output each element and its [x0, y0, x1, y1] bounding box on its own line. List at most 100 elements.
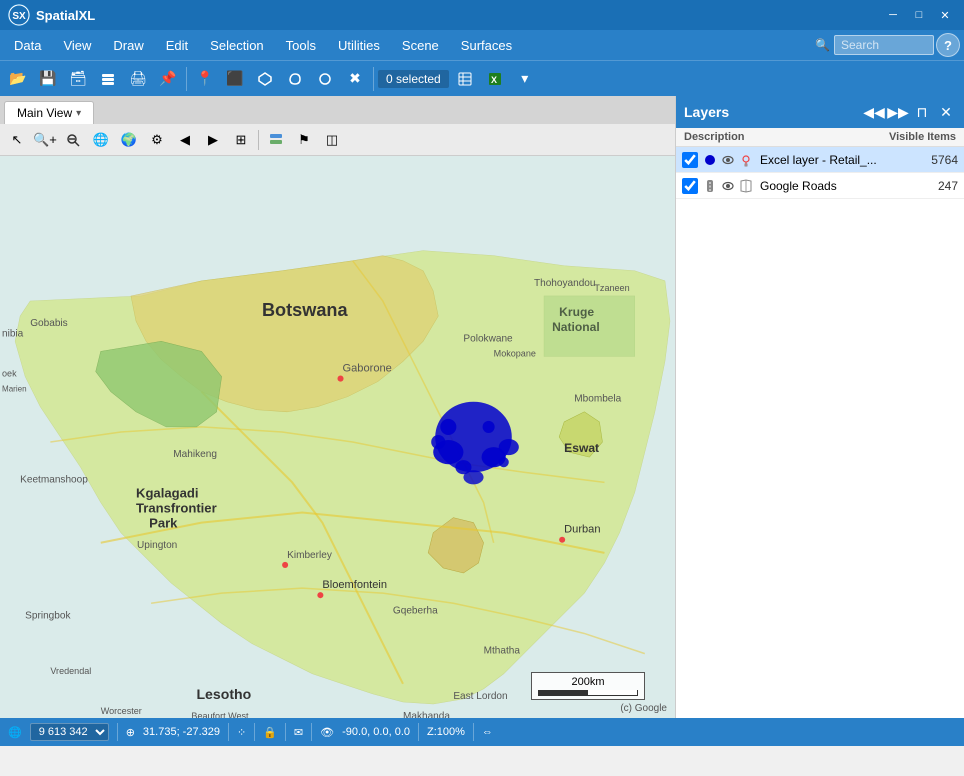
help-button[interactable]: ? [936, 33, 960, 57]
map-globe-1[interactable]: 🌐 [88, 127, 114, 153]
main-toolbar: 📂 💾 🗃 🖨 📌 📍 ⬛ ✖ 0 selected [0, 60, 964, 96]
status-arrows-icon: ⇔ [482, 726, 493, 738]
toolbar-layers[interactable] [94, 65, 122, 93]
toolbar-open[interactable]: 📂 [4, 65, 32, 93]
layers-pin[interactable]: ⊓ [912, 102, 932, 122]
map-layers-icon[interactable] [263, 127, 289, 153]
status-sep-4 [285, 723, 286, 741]
svg-text:oek: oek [2, 369, 17, 379]
status-sep-2 [228, 723, 229, 741]
svg-text:Gqeberha: Gqeberha [393, 605, 438, 616]
svg-text:Keetmanshoop: Keetmanshoop [20, 474, 88, 485]
map-settings[interactable]: ⚙ [144, 127, 170, 153]
menu-selection[interactable]: Selection [200, 34, 273, 57]
map-svg: Botswana Gaborone Lesotho Eswat Cape Tow… [0, 156, 675, 718]
svg-text:Thohoyandou: Thohoyandou [534, 278, 596, 289]
layers-controls: ◀◀ ▶▶ ⊓ ✕ [864, 102, 956, 122]
toolbar-deselect[interactable]: ✖ [341, 65, 369, 93]
menu-edit[interactable]: Edit [156, 34, 198, 57]
map-toolbar-sep [258, 130, 259, 150]
map-arrow-left[interactable]: ◀ [172, 127, 198, 153]
layers-close[interactable]: ✕ [936, 102, 956, 122]
map-zoom-in[interactable]: 🔍+ [32, 127, 58, 153]
svg-text:Mahikeng: Mahikeng [173, 449, 217, 460]
menu-surfaces[interactable]: Surfaces [451, 34, 522, 57]
menu-scene[interactable]: Scene [392, 34, 449, 57]
toolbar-select-lasso[interactable] [281, 65, 309, 93]
toolbar-table[interactable] [451, 65, 479, 93]
map-panel: Main View ▾ ↖ 🔍+ 🌐 🌍 ⚙ ◀ ▶ ⊞ [0, 96, 676, 718]
layer-checkbox-excel[interactable] [682, 152, 698, 168]
layer-row-google-roads[interactable]: Google Roads 247 [676, 173, 964, 199]
svg-text:Tzaneen: Tzaneen [594, 283, 629, 293]
svg-text:Kgalagadi: Kgalagadi [136, 485, 199, 500]
menu-tools[interactable]: Tools [276, 34, 326, 57]
toolbar-select-poly[interactable] [251, 65, 279, 93]
menu-utilities[interactable]: Utilities [328, 34, 390, 57]
toolbar-separator-2 [373, 67, 374, 91]
layers-prev[interactable]: ◀◀ [864, 102, 884, 122]
layer-eye-icon-roads [720, 178, 736, 194]
status-coord-select[interactable]: 9 613 342 [30, 723, 109, 741]
toolbar-excel[interactable]: X [481, 65, 509, 93]
close-button[interactable]: ✕ [934, 4, 956, 26]
layer-count-excel: 5764 [898, 153, 958, 167]
map-panel-toggle[interactable]: ◫ [319, 127, 345, 153]
search-icon: 🔍 [815, 38, 830, 52]
toolbar-database[interactable]: 🗃 [64, 65, 92, 93]
map-flag[interactable]: ⚑ [291, 127, 317, 153]
map-globe-2[interactable]: 🌍 [116, 127, 142, 153]
svg-text:Gaborone: Gaborone [343, 363, 392, 375]
toolbar-marker[interactable]: 📍 [191, 65, 219, 93]
status-sep-7 [473, 723, 474, 741]
main-view-tab[interactable]: Main View ▾ [4, 101, 94, 124]
map-grid[interactable]: ⊞ [228, 127, 254, 153]
status-envelope-icon: ✉ [294, 726, 303, 739]
map-copyright: (c) Google [620, 703, 667, 714]
status-sep-3 [254, 723, 255, 741]
status-sep-1 [117, 723, 118, 741]
status-eye-coords: -90.0, 0.0, 0.0 [342, 726, 410, 738]
svg-text:Durban: Durban [564, 524, 600, 536]
svg-text:Worcester: Worcester [101, 706, 142, 716]
status-globe-icon: 🌐 [8, 726, 22, 739]
layers-next[interactable]: ▶▶ [888, 102, 908, 122]
selected-count-badge: 0 selected [378, 70, 449, 88]
toolbar-separator-1 [186, 67, 187, 91]
status-crosshair-icon: ⊕ [126, 726, 135, 739]
menu-data[interactable]: Data [4, 34, 51, 57]
maximize-button[interactable]: □ [908, 4, 930, 26]
toolbar-save[interactable]: 💾 [34, 65, 62, 93]
svg-text:Lesotho: Lesotho [196, 686, 251, 702]
toolbar-print[interactable]: 🖨 [124, 65, 152, 93]
toolbar-select-circle[interactable] [311, 65, 339, 93]
status-eye-icon: 👁 [320, 726, 334, 739]
toolbar-select-box[interactable]: ⬛ [221, 65, 249, 93]
map-container[interactable]: Botswana Gaborone Lesotho Eswat Cape Tow… [0, 156, 675, 718]
toolbar-pin[interactable]: 📌 [154, 65, 182, 93]
svg-text:Gobabis: Gobabis [30, 318, 67, 329]
layer-checkbox-google-roads[interactable] [682, 178, 698, 194]
menu-draw[interactable]: Draw [103, 34, 153, 57]
svg-text:Transfrontier: Transfrontier [136, 501, 217, 516]
tab-dropdown-icon[interactable]: ▾ [76, 108, 81, 119]
map-zoom-out[interactable] [60, 127, 86, 153]
svg-text:Kimberley: Kimberley [287, 550, 333, 561]
menu-view[interactable]: View [53, 34, 101, 57]
layer-row-excel[interactable]: Excel layer - Retail_... 5764 [676, 147, 964, 173]
layers-title: Layers [684, 104, 729, 120]
svg-text:Upington: Upington [137, 540, 177, 551]
layers-header: Layers ◀◀ ▶▶ ⊓ ✕ [676, 96, 964, 128]
tab-bar: Main View ▾ [0, 96, 675, 124]
layer-dot-icon-excel [702, 152, 718, 168]
search-input[interactable] [834, 35, 934, 55]
svg-text:nibia: nibia [2, 328, 24, 339]
svg-text:Botswana: Botswana [262, 300, 349, 320]
status-position: 31.735; -27.329 [143, 726, 220, 738]
title-bar: SX SpatialXL ─ □ ✕ [0, 0, 964, 30]
toolbar-more[interactable]: ▾ [511, 65, 539, 93]
map-arrow-tool[interactable]: ↖ [4, 127, 30, 153]
layer-map-icon-excel [738, 152, 754, 168]
minimize-button[interactable]: ─ [882, 4, 904, 26]
map-arrow-right[interactable]: ▶ [200, 127, 226, 153]
